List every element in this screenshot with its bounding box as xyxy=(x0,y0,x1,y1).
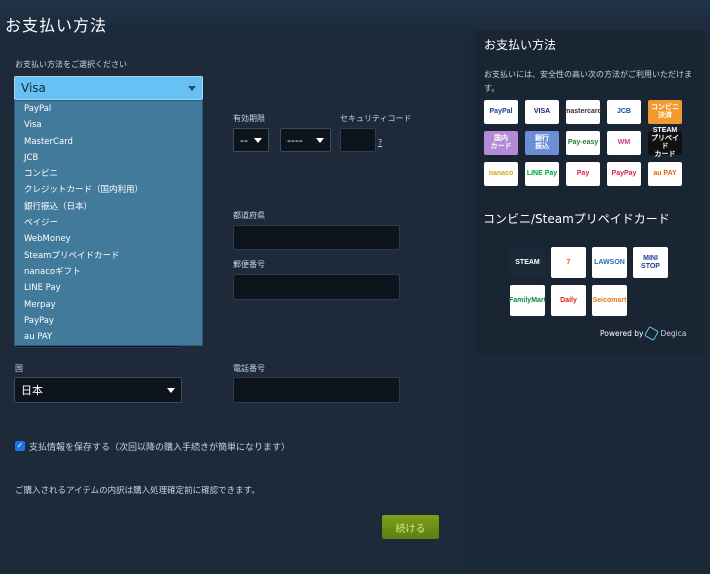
payment-method-option[interactable]: LINE Pay xyxy=(15,280,202,296)
payment-method-option[interactable]: ペイジー xyxy=(15,215,202,231)
mastercard-logo: mastercard xyxy=(564,100,602,124)
phone-field[interactable] xyxy=(233,377,400,403)
security-code-help-link[interactable]: ? xyxy=(378,138,382,147)
security-code-field[interactable] xyxy=(340,128,376,152)
security-code-label: セキュリティコード xyxy=(340,114,412,123)
expiry-month-value: -- xyxy=(240,133,248,147)
visa-logo: VISA xyxy=(525,100,559,124)
payeasy-logo: Pay-easy xyxy=(566,131,600,155)
paypal-logo: PayPal xyxy=(484,100,518,124)
steam-store-logo: STEAM xyxy=(510,247,545,278)
order-note: ご購入されるアイテムの内訳は購入処理確定前に確認できます。 xyxy=(15,486,260,496)
payment-method-option[interactable]: PayPay xyxy=(15,313,202,329)
prefecture-label: 都道府県 xyxy=(233,211,265,220)
payment-method-option[interactable]: クレジットカード（国内利用） xyxy=(15,182,202,198)
expiry-year-select[interactable]: ---- xyxy=(280,128,331,152)
daily-yamazaki-logo: Daily xyxy=(551,285,586,316)
side-title: お支払い方法 xyxy=(484,38,557,52)
country-label: 国 xyxy=(15,364,23,373)
payment-method-option[interactable]: Merpay xyxy=(15,297,202,313)
page-title: お支払い方法 xyxy=(5,16,108,35)
jcb-logo: JCB xyxy=(607,100,641,124)
chevron-down-icon xyxy=(316,138,324,143)
payment-method-value: Visa xyxy=(21,81,46,95)
aupay-logo: au PAY xyxy=(648,162,682,186)
nanaco-logo: nanaco xyxy=(484,162,518,186)
payment-method-option[interactable]: nanacoギフト xyxy=(15,264,202,280)
linepay-logo: LINE Pay xyxy=(525,162,559,186)
phone-label: 電話番号 xyxy=(233,364,265,373)
konbini-logo: コンビニ 決済 xyxy=(648,100,682,124)
chevron-down-icon xyxy=(188,86,196,91)
bank-transfer-logo: 銀行 振込 xyxy=(525,131,559,155)
lawson-logo: LAWSON xyxy=(592,247,627,278)
payment-method-select[interactable]: Visa xyxy=(14,76,203,100)
familymart-logo: FamilyMart xyxy=(509,285,546,316)
payment-method-option[interactable]: Visa xyxy=(15,117,202,133)
payment-method-option[interactable]: 銀行振込（日本） xyxy=(15,199,202,215)
webmoney-logo: WM xyxy=(607,131,641,155)
payment-method-option[interactable]: コンビニ xyxy=(15,166,202,182)
payment-method-label: お支払い方法をご選択ください xyxy=(15,60,127,69)
expiry-label: 有効期限 xyxy=(233,114,265,123)
degica-logo-icon xyxy=(644,325,660,342)
domestic-card-logo: 国内 カード xyxy=(484,131,518,155)
powered-by: Powered by Degica xyxy=(600,325,687,342)
postal-code-label: 郵便番号 xyxy=(233,260,265,269)
ministop-logo: MINI STOP xyxy=(633,247,668,278)
expiry-year-value: ---- xyxy=(287,133,303,147)
payment-method-dropdown[interactable]: PayPal Visa MasterCard JCB コンビニ クレジットカード（国内利用… xyxy=(14,100,203,346)
payment-method-option[interactable]: WebMoney xyxy=(15,231,202,247)
save-payment-checkbox[interactable]: ✓ xyxy=(15,441,25,451)
country-value: 日本 xyxy=(21,384,43,397)
powered-by-label: Powered by xyxy=(600,329,644,338)
payment-method-option[interactable]: au PAY xyxy=(15,329,202,345)
chevron-down-icon xyxy=(167,388,175,393)
powered-by-brand: Degica xyxy=(660,329,687,338)
chevron-down-icon xyxy=(254,138,262,143)
payment-method-option[interactable]: Steamプリペイドカード xyxy=(15,248,202,264)
save-payment-label[interactable]: 支払情報を保存する（次回以降の購入手続きが簡単になります） xyxy=(29,440,290,453)
payment-method-option[interactable]: JCB xyxy=(15,150,202,166)
convenience-title: コンビニ/Steamプリペイドカード xyxy=(483,212,670,226)
continue-button[interactable]: 続ける xyxy=(382,515,439,539)
seicomart-logo: Seicomart xyxy=(592,285,627,316)
prefecture-field[interactable] xyxy=(233,225,400,250)
postal-code-field[interactable] xyxy=(233,274,400,300)
payment-method-option[interactable]: PayPal xyxy=(15,101,202,117)
paypay-logo: PayPay xyxy=(607,162,641,186)
merpay-logo: Pay xyxy=(566,162,600,186)
steam-prepaid-logo: STEAM プリペイド カード xyxy=(648,127,682,158)
expiry-month-select[interactable]: -- xyxy=(233,128,269,152)
country-select[interactable]: 日本 xyxy=(14,377,182,403)
payment-method-option[interactable]: MasterCard xyxy=(15,134,202,150)
seven-eleven-logo: 7 xyxy=(551,247,586,278)
side-description: お支払いには、安全性の高い次の方法がご利用いただけます。 xyxy=(484,70,692,93)
